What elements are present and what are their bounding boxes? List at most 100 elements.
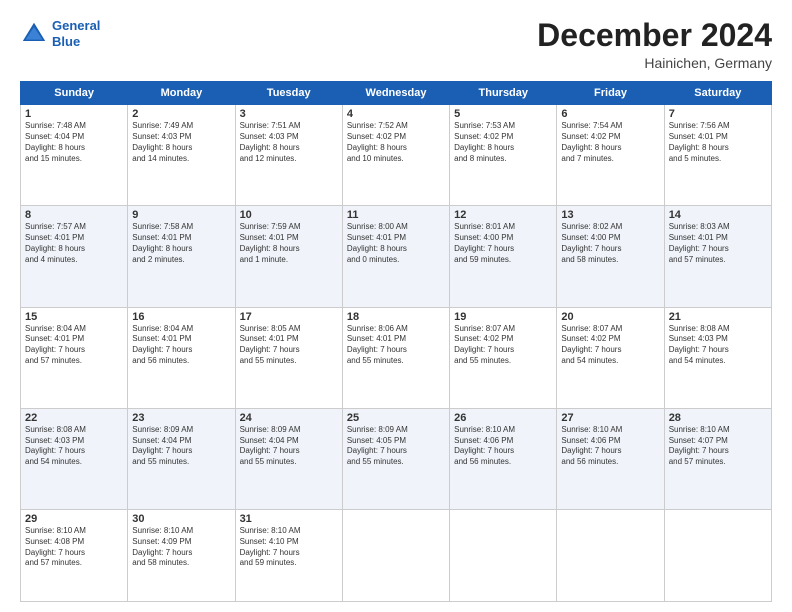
calendar-cell: 29Sunrise: 8:10 AM Sunset: 4:08 PM Dayli… xyxy=(21,509,128,601)
day-info: Sunrise: 8:05 AM Sunset: 4:01 PM Dayligh… xyxy=(240,324,338,367)
day-number: 8 xyxy=(25,209,123,221)
calendar-header-row: SundayMondayTuesdayWednesdayThursdayFrid… xyxy=(21,82,772,105)
calendar-cell: 4Sunrise: 7:52 AM Sunset: 4:02 PM Daylig… xyxy=(342,105,449,206)
day-info: Sunrise: 8:08 AM Sunset: 4:03 PM Dayligh… xyxy=(669,324,767,367)
day-info: Sunrise: 7:57 AM Sunset: 4:01 PM Dayligh… xyxy=(25,222,123,265)
calendar-cell: 11Sunrise: 8:00 AM Sunset: 4:01 PM Dayli… xyxy=(342,206,449,307)
calendar-cell: 25Sunrise: 8:09 AM Sunset: 4:05 PM Dayli… xyxy=(342,408,449,509)
calendar-cell: 21Sunrise: 8:08 AM Sunset: 4:03 PM Dayli… xyxy=(664,307,771,408)
day-number: 10 xyxy=(240,209,338,221)
calendar-cell xyxy=(557,509,664,601)
calendar-cell: 17Sunrise: 8:05 AM Sunset: 4:01 PM Dayli… xyxy=(235,307,342,408)
day-info: Sunrise: 7:58 AM Sunset: 4:01 PM Dayligh… xyxy=(132,222,230,265)
day-info: Sunrise: 8:10 AM Sunset: 4:09 PM Dayligh… xyxy=(132,526,230,569)
page: General Blue December 2024 Hainichen, Ge… xyxy=(0,0,792,612)
day-number: 7 xyxy=(669,108,767,120)
day-number: 11 xyxy=(347,209,445,221)
calendar-week-row: 8Sunrise: 7:57 AM Sunset: 4:01 PM Daylig… xyxy=(21,206,772,307)
day-number: 24 xyxy=(240,412,338,424)
calendar-table: SundayMondayTuesdayWednesdayThursdayFrid… xyxy=(20,81,772,602)
calendar-cell: 7Sunrise: 7:56 AM Sunset: 4:01 PM Daylig… xyxy=(664,105,771,206)
day-number: 1 xyxy=(25,108,123,120)
logo: General Blue xyxy=(20,18,100,49)
day-info: Sunrise: 7:53 AM Sunset: 4:02 PM Dayligh… xyxy=(454,121,552,164)
day-info: Sunrise: 8:10 AM Sunset: 4:07 PM Dayligh… xyxy=(669,425,767,468)
day-info: Sunrise: 8:04 AM Sunset: 4:01 PM Dayligh… xyxy=(25,324,123,367)
title-block: December 2024 Hainichen, Germany xyxy=(537,18,772,71)
calendar-cell: 31Sunrise: 8:10 AM Sunset: 4:10 PM Dayli… xyxy=(235,509,342,601)
day-info: Sunrise: 8:09 AM Sunset: 4:04 PM Dayligh… xyxy=(240,425,338,468)
day-number: 9 xyxy=(132,209,230,221)
calendar-cell: 13Sunrise: 8:02 AM Sunset: 4:00 PM Dayli… xyxy=(557,206,664,307)
calendar-cell: 26Sunrise: 8:10 AM Sunset: 4:06 PM Dayli… xyxy=(450,408,557,509)
calendar-cell: 24Sunrise: 8:09 AM Sunset: 4:04 PM Dayli… xyxy=(235,408,342,509)
calendar-cell: 9Sunrise: 7:58 AM Sunset: 4:01 PM Daylig… xyxy=(128,206,235,307)
day-info: Sunrise: 8:00 AM Sunset: 4:01 PM Dayligh… xyxy=(347,222,445,265)
day-number: 30 xyxy=(132,513,230,525)
main-title: December 2024 xyxy=(537,18,772,53)
logo-text: General Blue xyxy=(52,18,100,49)
day-number: 23 xyxy=(132,412,230,424)
day-info: Sunrise: 8:10 AM Sunset: 4:06 PM Dayligh… xyxy=(561,425,659,468)
day-info: Sunrise: 7:51 AM Sunset: 4:03 PM Dayligh… xyxy=(240,121,338,164)
col-header-tuesday: Tuesday xyxy=(235,82,342,105)
day-number: 26 xyxy=(454,412,552,424)
day-number: 18 xyxy=(347,311,445,323)
calendar-cell: 5Sunrise: 7:53 AM Sunset: 4:02 PM Daylig… xyxy=(450,105,557,206)
day-number: 16 xyxy=(132,311,230,323)
calendar-cell xyxy=(342,509,449,601)
col-header-sunday: Sunday xyxy=(21,82,128,105)
header: General Blue December 2024 Hainichen, Ge… xyxy=(20,18,772,71)
day-info: Sunrise: 7:49 AM Sunset: 4:03 PM Dayligh… xyxy=(132,121,230,164)
calendar-week-row: 29Sunrise: 8:10 AM Sunset: 4:08 PM Dayli… xyxy=(21,509,772,601)
day-info: Sunrise: 7:52 AM Sunset: 4:02 PM Dayligh… xyxy=(347,121,445,164)
calendar-cell: 27Sunrise: 8:10 AM Sunset: 4:06 PM Dayli… xyxy=(557,408,664,509)
day-info: Sunrise: 8:04 AM Sunset: 4:01 PM Dayligh… xyxy=(132,324,230,367)
logo-line2: Blue xyxy=(52,34,80,49)
day-info: Sunrise: 8:07 AM Sunset: 4:02 PM Dayligh… xyxy=(454,324,552,367)
calendar-cell: 3Sunrise: 7:51 AM Sunset: 4:03 PM Daylig… xyxy=(235,105,342,206)
day-info: Sunrise: 8:06 AM Sunset: 4:01 PM Dayligh… xyxy=(347,324,445,367)
logo-line1: General xyxy=(52,18,100,33)
calendar-body: 1Sunrise: 7:48 AM Sunset: 4:04 PM Daylig… xyxy=(21,105,772,602)
day-info: Sunrise: 8:09 AM Sunset: 4:04 PM Dayligh… xyxy=(132,425,230,468)
col-header-friday: Friday xyxy=(557,82,664,105)
col-header-monday: Monday xyxy=(128,82,235,105)
day-number: 22 xyxy=(25,412,123,424)
day-info: Sunrise: 7:48 AM Sunset: 4:04 PM Dayligh… xyxy=(25,121,123,164)
day-number: 14 xyxy=(669,209,767,221)
day-number: 29 xyxy=(25,513,123,525)
day-number: 27 xyxy=(561,412,659,424)
day-info: Sunrise: 8:09 AM Sunset: 4:05 PM Dayligh… xyxy=(347,425,445,468)
calendar-cell: 28Sunrise: 8:10 AM Sunset: 4:07 PM Dayli… xyxy=(664,408,771,509)
day-info: Sunrise: 7:56 AM Sunset: 4:01 PM Dayligh… xyxy=(669,121,767,164)
calendar-cell: 12Sunrise: 8:01 AM Sunset: 4:00 PM Dayli… xyxy=(450,206,557,307)
day-number: 25 xyxy=(347,412,445,424)
day-info: Sunrise: 8:10 AM Sunset: 4:08 PM Dayligh… xyxy=(25,526,123,569)
day-number: 28 xyxy=(669,412,767,424)
calendar-cell: 15Sunrise: 8:04 AM Sunset: 4:01 PM Dayli… xyxy=(21,307,128,408)
calendar-cell xyxy=(450,509,557,601)
calendar-cell: 30Sunrise: 8:10 AM Sunset: 4:09 PM Dayli… xyxy=(128,509,235,601)
calendar-cell: 22Sunrise: 8:08 AM Sunset: 4:03 PM Dayli… xyxy=(21,408,128,509)
calendar-cell: 1Sunrise: 7:48 AM Sunset: 4:04 PM Daylig… xyxy=(21,105,128,206)
day-number: 20 xyxy=(561,311,659,323)
day-number: 12 xyxy=(454,209,552,221)
calendar-week-row: 15Sunrise: 8:04 AM Sunset: 4:01 PM Dayli… xyxy=(21,307,772,408)
day-number: 2 xyxy=(132,108,230,120)
day-info: Sunrise: 7:54 AM Sunset: 4:02 PM Dayligh… xyxy=(561,121,659,164)
calendar-cell: 23Sunrise: 8:09 AM Sunset: 4:04 PM Dayli… xyxy=(128,408,235,509)
day-info: Sunrise: 8:10 AM Sunset: 4:10 PM Dayligh… xyxy=(240,526,338,569)
day-info: Sunrise: 8:10 AM Sunset: 4:06 PM Dayligh… xyxy=(454,425,552,468)
day-number: 4 xyxy=(347,108,445,120)
calendar-cell: 18Sunrise: 8:06 AM Sunset: 4:01 PM Dayli… xyxy=(342,307,449,408)
day-number: 19 xyxy=(454,311,552,323)
calendar-cell: 2Sunrise: 7:49 AM Sunset: 4:03 PM Daylig… xyxy=(128,105,235,206)
day-number: 13 xyxy=(561,209,659,221)
day-info: Sunrise: 8:07 AM Sunset: 4:02 PM Dayligh… xyxy=(561,324,659,367)
subtitle: Hainichen, Germany xyxy=(537,55,772,71)
calendar-cell: 8Sunrise: 7:57 AM Sunset: 4:01 PM Daylig… xyxy=(21,206,128,307)
logo-icon xyxy=(20,20,48,48)
day-info: Sunrise: 8:08 AM Sunset: 4:03 PM Dayligh… xyxy=(25,425,123,468)
col-header-wednesday: Wednesday xyxy=(342,82,449,105)
